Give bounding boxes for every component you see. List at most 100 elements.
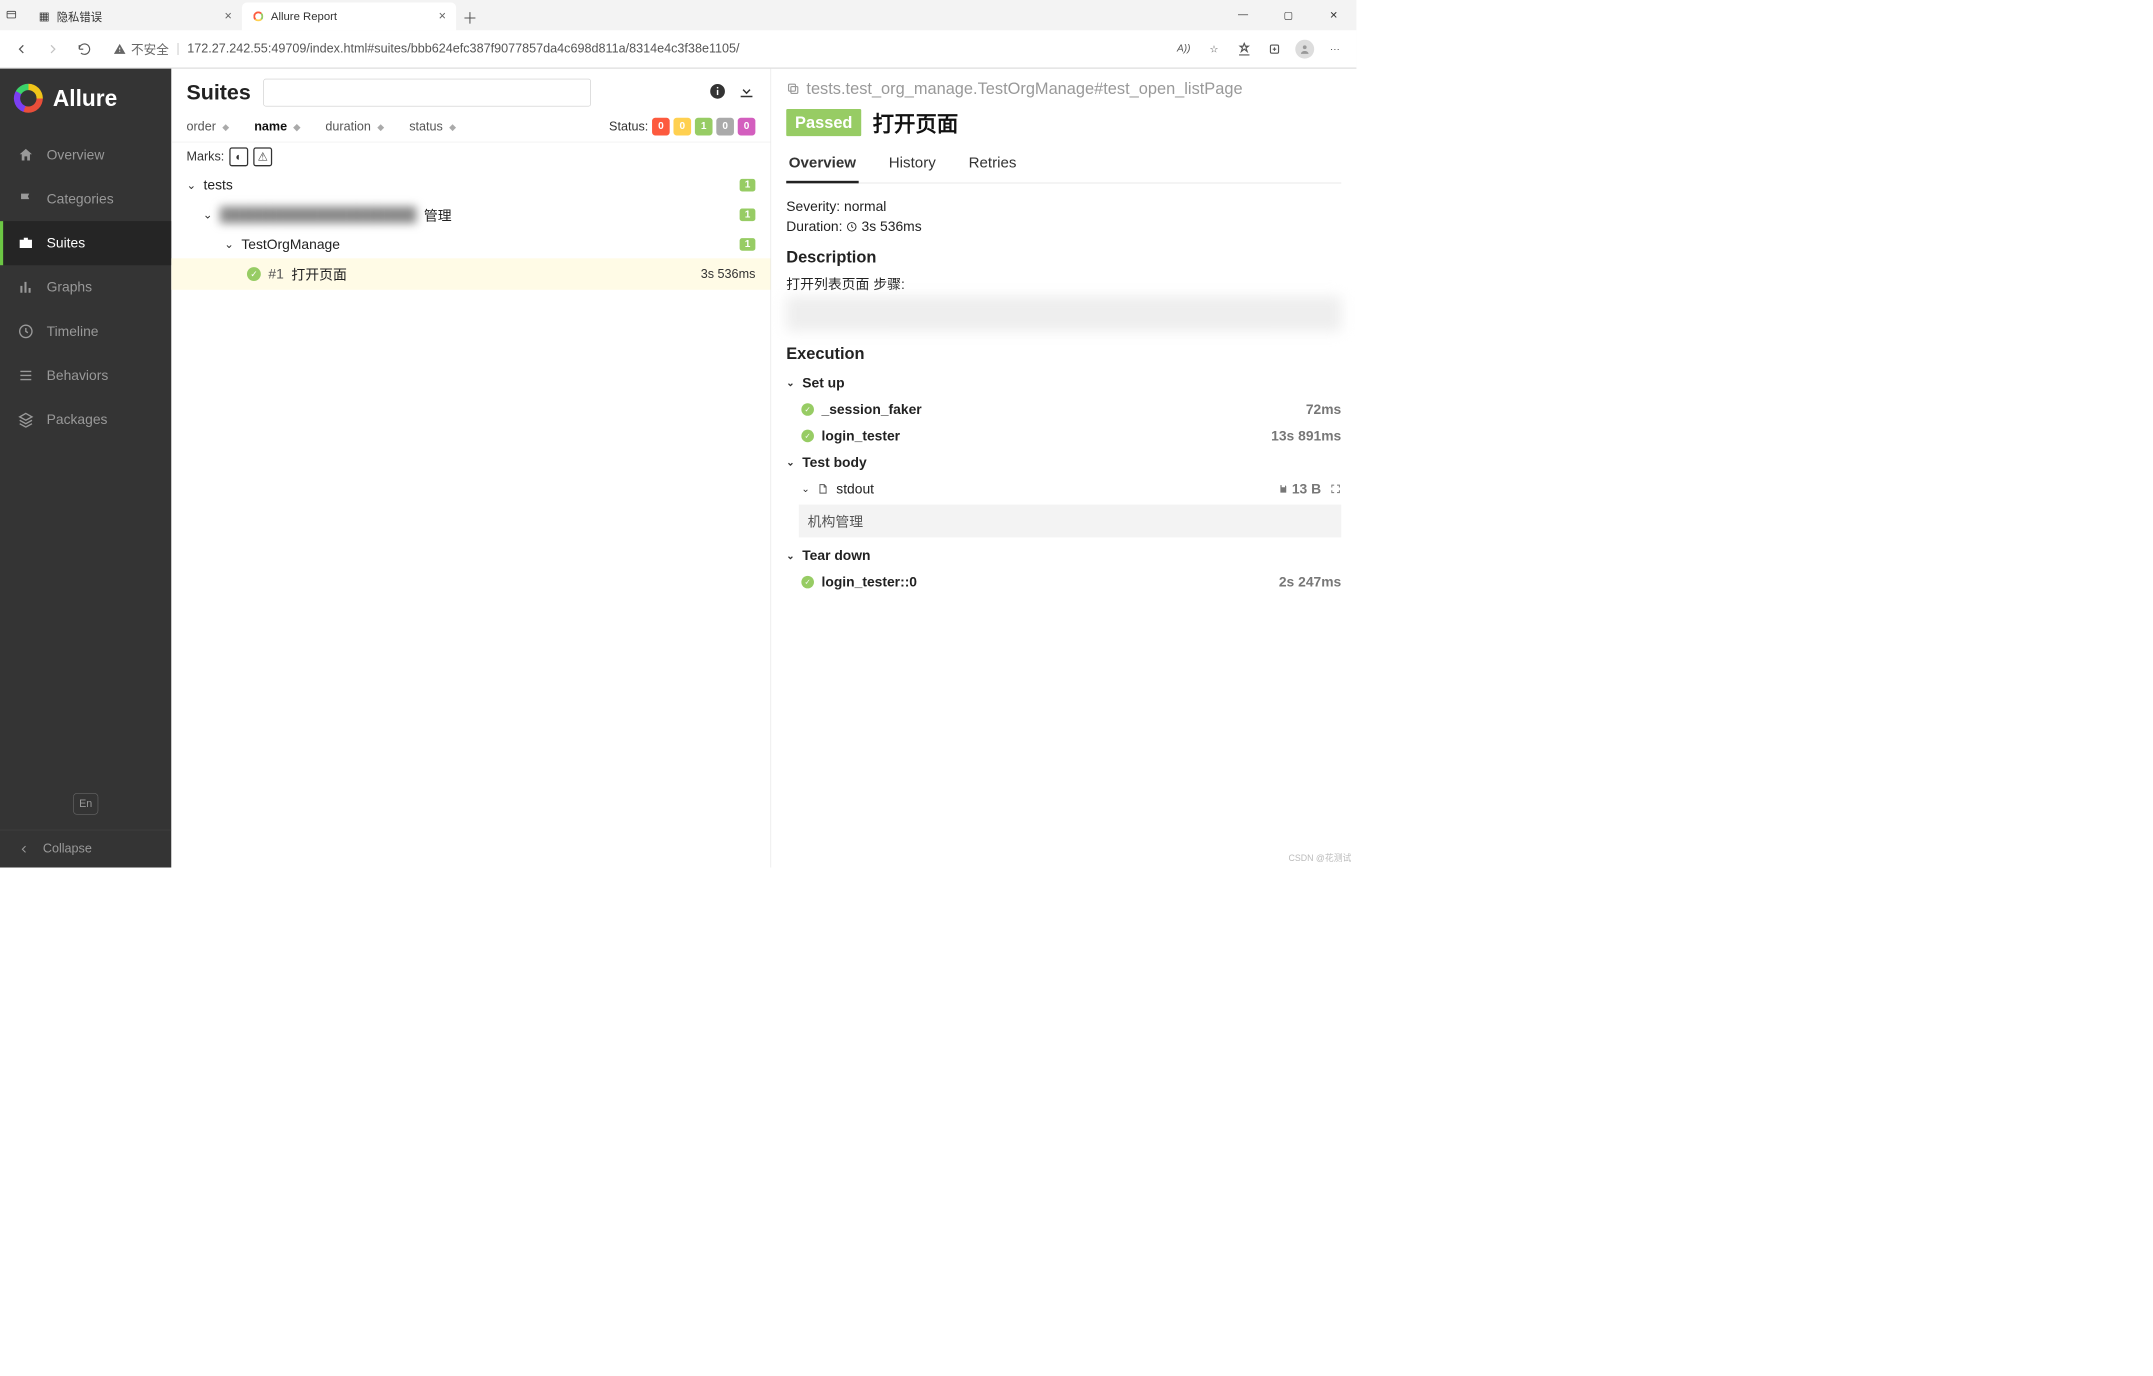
setup-step[interactable]: ✓_session_faker72ms (786, 396, 1341, 422)
body-heading[interactable]: ⌄Test body (786, 449, 1341, 475)
new-tab-button[interactable]: ＋ (456, 3, 484, 31)
tab-0-title: 隐私错误 (57, 8, 102, 24)
search-input[interactable] (263, 79, 591, 107)
more-menu-icon[interactable]: ⋯ (1322, 36, 1347, 61)
status-chip-unknown[interactable]: 0 (738, 118, 756, 136)
tab-overview[interactable]: Overview (786, 149, 858, 183)
status-filter: Status: 0 0 1 0 0 (609, 118, 755, 136)
duration: Duration: 3s 536ms (786, 219, 1341, 235)
reload-button[interactable] (72, 36, 97, 61)
status-chip-skipped[interactable]: 0 (716, 118, 734, 136)
check-icon: ✓ (801, 430, 814, 443)
sidebar-item-overview[interactable]: Overview (0, 133, 171, 177)
barchart-icon (18, 279, 34, 295)
sidebar-item-suites[interactable]: Suites (0, 221, 171, 265)
detail-body: Severity: normal Duration: 3s 536ms Desc… (786, 183, 1341, 595)
sidebar-item-behaviors[interactable]: Behaviors (0, 353, 171, 397)
sort-status[interactable]: status◆ (409, 119, 456, 133)
sidebar-item-label: Timeline (47, 323, 99, 339)
count-badge: 1 (740, 209, 756, 222)
back-button[interactable] (9, 36, 34, 61)
list-icon (18, 367, 34, 383)
fullscreen-icon[interactable] (1330, 483, 1341, 494)
maximize-button[interactable]: ▢ (1266, 0, 1311, 30)
tab-history[interactable]: History (886, 149, 938, 182)
download-icon[interactable] (738, 82, 756, 103)
stdout-row[interactable]: ⌄ stdout 13 B (786, 476, 1341, 502)
status-chip-failed[interactable]: 0 (652, 118, 670, 136)
forward-button[interactable] (40, 36, 65, 61)
teardown-heading[interactable]: ⌄Tear down (786, 542, 1341, 568)
sort-caret-icon: ◆ (449, 121, 456, 132)
setup-step[interactable]: ✓login_tester13s 891ms (786, 423, 1341, 449)
close-icon[interactable]: × (224, 9, 231, 23)
tree-root[interactable]: ⌄ tests 1 (171, 171, 770, 199)
tab-overview-btn[interactable] (0, 4, 23, 27)
page-title: Suites (186, 80, 250, 105)
mark-new-button[interactable]: ⚠ (253, 147, 272, 166)
tab-1[interactable]: Allure Report × (242, 3, 456, 31)
avatar-icon (1295, 39, 1314, 58)
check-icon: ✓ (801, 576, 814, 589)
leaf-duration: 3s 536ms (701, 267, 756, 281)
close-window-button[interactable]: ✕ (1311, 0, 1356, 30)
sidebar-item-label: Packages (47, 411, 108, 427)
profile-button[interactable] (1292, 36, 1317, 61)
sort-order[interactable]: order◆ (186, 119, 229, 133)
detail-pane: tests.test_org_manage.TestOrgManage#test… (771, 69, 1356, 868)
mark-flaky-button[interactable]: ◐ (229, 147, 248, 166)
stdout-content: 机构管理 (799, 505, 1341, 538)
tree: ⌄ tests 1 ⌄ ████████████████████ 管理 1 ⌄ … (171, 171, 770, 289)
step-name: _session_faker (822, 401, 922, 417)
suites-header: Suites (171, 69, 770, 112)
tree-leaf[interactable]: ✓ #1 打开页面 3s 536ms (171, 258, 770, 290)
step-time: 72ms (1306, 401, 1341, 417)
url-text: 172.27.242.55:49709/index.html#suites/bb… (187, 42, 739, 56)
save-icon[interactable] (1278, 484, 1288, 494)
teardown-step[interactable]: ✓login_tester::02s 247ms (786, 569, 1341, 595)
read-aloud-icon[interactable]: A)) (1171, 36, 1196, 61)
favorites-bar-icon[interactable] (1232, 36, 1257, 61)
leaf-name: 打开页面 (291, 264, 346, 284)
tab-0[interactable]: ▦ 隐私错误 × (28, 3, 242, 31)
sort-caret-icon: ◆ (222, 121, 229, 132)
sidebar-item-categories[interactable]: Categories (0, 177, 171, 221)
breadcrumb: tests.test_org_manage.TestOrgManage#test… (786, 79, 1341, 99)
count-badge: 1 (740, 238, 756, 251)
browser-toolbar: 不安全 | 172.27.242.55:49709/index.html#sui… (0, 30, 1356, 68)
collapse-button[interactable]: Collapse (0, 830, 171, 868)
app: Allure Overview Categories Suites Graphs… (0, 69, 1356, 868)
insecure-badge[interactable]: 不安全 (113, 40, 168, 58)
status-chip-broken[interactable]: 0 (673, 118, 691, 136)
favorite-icon[interactable]: ☆ (1201, 36, 1226, 61)
severity: Severity: normal (786, 198, 1341, 214)
sort-duration[interactable]: duration◆ (325, 119, 384, 133)
watermark: CSDN @花测试 (1288, 852, 1351, 865)
setup-heading[interactable]: ⌄Set up (786, 370, 1341, 396)
address-bar[interactable]: 不安全 | 172.27.242.55:49709/index.html#sui… (103, 36, 1165, 62)
language-switch[interactable]: En (73, 793, 98, 814)
count-badge: 1 (740, 179, 756, 192)
step-name: login_tester::0 (822, 574, 918, 590)
sidebar-item-timeline[interactable]: Timeline (0, 309, 171, 353)
sidebar-item-label: Overview (47, 147, 105, 163)
chevron-down-icon: ⌄ (186, 179, 196, 192)
info-icon[interactable] (709, 82, 727, 103)
home-icon (18, 147, 34, 163)
close-icon[interactable]: × (439, 9, 446, 23)
tree-node-l1[interactable]: ⌄ ████████████████████ 管理 1 (171, 199, 770, 231)
sidebar-item-packages[interactable]: Packages (0, 398, 171, 442)
minimize-button[interactable]: — (1220, 0, 1265, 30)
status-chip-passed[interactable]: 1 (695, 118, 713, 136)
tree-label: tests (204, 177, 233, 193)
sort-name[interactable]: name◆ (254, 119, 300, 133)
tab-retries[interactable]: Retries (966, 149, 1019, 182)
tree-node-l2[interactable]: ⌄ TestOrgManage 1 (171, 231, 770, 259)
layers-icon (18, 411, 34, 427)
collections-icon[interactable] (1262, 36, 1287, 61)
suites-pane: Suites order◆ name◆ duration◆ status◆ St… (171, 69, 771, 868)
link-icon[interactable] (786, 82, 800, 96)
redacted-text (786, 296, 1341, 331)
sidebar: Allure Overview Categories Suites Graphs… (0, 69, 171, 868)
sidebar-item-graphs[interactable]: Graphs (0, 265, 171, 309)
